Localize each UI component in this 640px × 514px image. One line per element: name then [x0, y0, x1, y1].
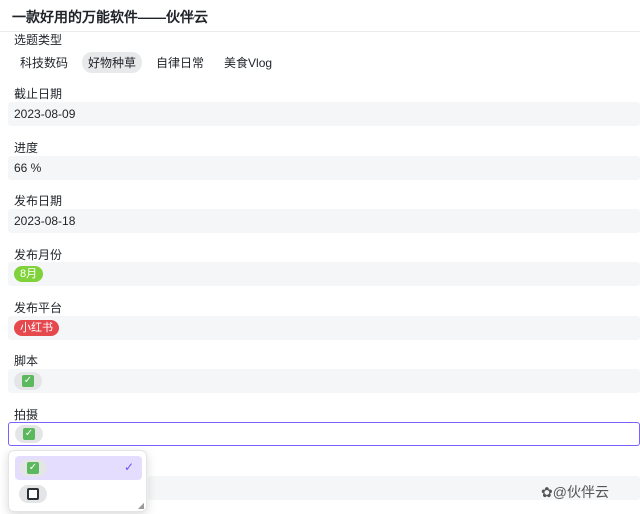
topic-type-option[interactable]: 美食Vlog — [218, 52, 278, 73]
checkbox-option-pill: ✓ — [19, 459, 47, 477]
dropdown-option-unchecked[interactable] — [15, 482, 142, 506]
progress-field[interactable]: 66 % — [8, 156, 640, 180]
page-title: 一款好用的万能软件——伙伴云 — [12, 9, 208, 25]
checked-box-icon: ✓ — [27, 462, 39, 474]
field-label-script: 脚本 — [14, 354, 39, 368]
field-label-deadline: 截止日期 — [14, 87, 63, 101]
publish-date-value: 2023-08-18 — [14, 214, 76, 228]
shoot-dropdown: ✓ ✓ ◢ — [8, 450, 147, 512]
deadline-field[interactable]: 2023-08-09 — [8, 102, 640, 126]
publish-date-field[interactable]: 2023-08-18 — [8, 209, 640, 233]
unchecked-box-icon — [27, 488, 39, 500]
checked-box-icon: ✓ — [23, 428, 35, 440]
platform-tag: 小红书 — [14, 320, 59, 336]
topic-type-option[interactable]: 自律日常 — [150, 52, 210, 73]
checkbox-option-pill — [19, 485, 47, 503]
field-label-publish-month: 发布月份 — [14, 248, 63, 262]
dropdown-option-checked[interactable]: ✓ ✓ — [15, 456, 142, 480]
checkbox-option-pill: ✓ — [15, 425, 43, 443]
watermark: ✿@伙伴云 — [541, 484, 609, 500]
publish-month-field[interactable]: 8月 — [8, 262, 640, 286]
watermark-text: 伙伴云 — [566, 484, 609, 500]
checkbox-option-pill: ✓ — [14, 372, 42, 390]
header: 一款好用的万能软件——伙伴云 ⌄ — [0, 0, 640, 32]
publish-month-tag: 8月 — [14, 266, 44, 282]
paw-icon: ✿ — [541, 484, 553, 500]
check-icon: ✓ — [123, 460, 134, 474]
progress-value: 66 % — [14, 161, 42, 175]
script-field[interactable]: ✓ — [8, 369, 640, 393]
deadline-value: 2023-08-09 — [14, 107, 76, 121]
checked-box-icon: ✓ — [22, 375, 34, 387]
field-label-progress: 进度 — [14, 141, 39, 155]
chevron-down-icon[interactable]: ⌄ — [188, 9, 197, 22]
field-label-topic-type: 选题类型 — [14, 33, 63, 47]
topic-type-option[interactable]: 科技数码 — [14, 52, 74, 73]
resize-handle-icon[interactable]: ◢ — [138, 501, 144, 510]
shoot-field[interactable]: ✓ — [8, 422, 640, 446]
platform-field[interactable]: 小红书 — [8, 316, 640, 340]
field-label-shoot: 拍摄 — [14, 408, 39, 422]
field-label-platform: 发布平台 — [14, 301, 63, 315]
topic-type-option-selected[interactable]: 好物种草 — [82, 51, 143, 73]
topic-type-options: 科技数码 好物种草 自律日常 美食Vlog — [14, 51, 278, 73]
field-label-publish-date: 发布日期 — [14, 194, 63, 208]
